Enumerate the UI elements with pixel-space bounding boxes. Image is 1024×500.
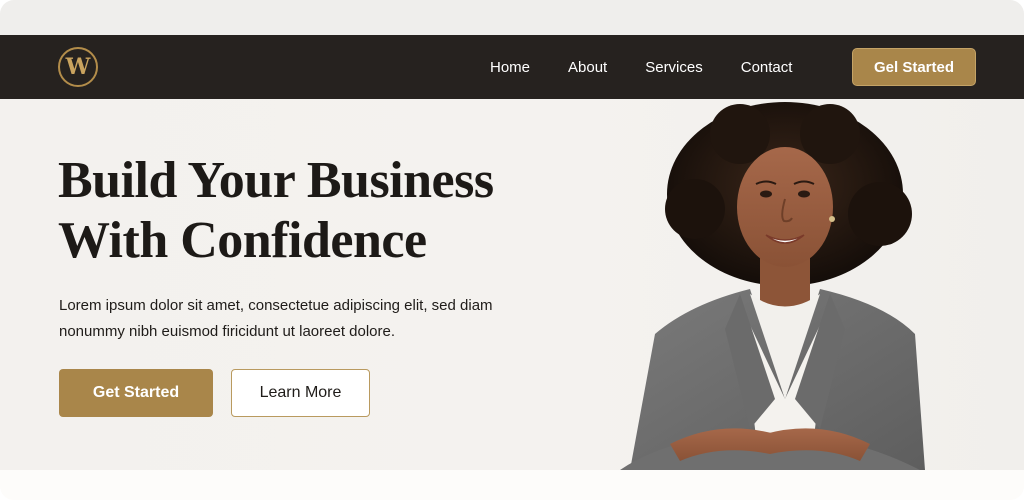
hero-paragraph: Lorem ipsum dolor sit amet, consectetue … bbox=[59, 297, 493, 340]
hero-headline: Build Your Business With Confidence bbox=[58, 151, 618, 271]
learn-more-button[interactable]: Learn More bbox=[231, 369, 370, 417]
nav-links: Home About Services Contact bbox=[478, 35, 830, 99]
hero-section: Build Your Business With Confidence Lore… bbox=[0, 99, 1024, 470]
bottom-strip bbox=[0, 470, 1024, 500]
nav-link-services[interactable]: Services bbox=[645, 59, 703, 76]
page-frame: W Home About Services Contact Gel Starte… bbox=[0, 0, 1024, 500]
navbar: W Home About Services Contact Gel Starte… bbox=[0, 35, 1024, 99]
browser-top-strip bbox=[0, 0, 1024, 35]
logo-icon[interactable]: W bbox=[58, 47, 98, 87]
logo-letter: W bbox=[65, 54, 91, 80]
nav-get-started-button[interactable]: Gel Started bbox=[852, 48, 976, 86]
hero-headline-line2: With Confidence bbox=[58, 212, 427, 269]
hero-portrait-image bbox=[620, 102, 925, 470]
nav-link-home[interactable]: Home bbox=[490, 59, 530, 76]
nav-link-contact[interactable]: Contact bbox=[741, 59, 793, 76]
nav-link-about[interactable]: About bbox=[568, 59, 607, 76]
get-started-button[interactable]: Get Started bbox=[59, 369, 213, 417]
hero-headline-line1: Build Your Business bbox=[58, 152, 494, 209]
